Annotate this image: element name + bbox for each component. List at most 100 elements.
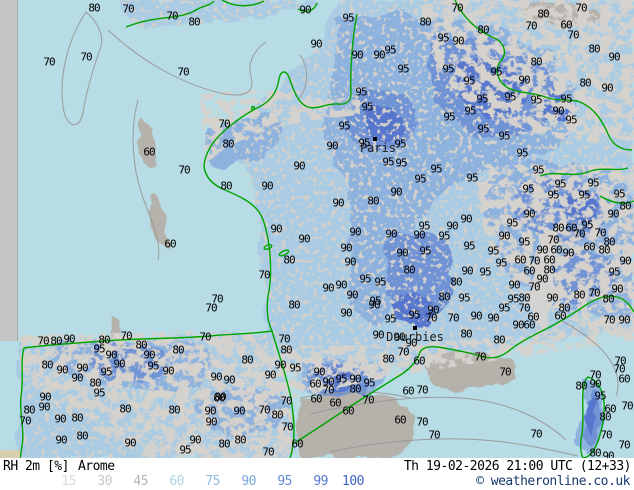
rh-value-label: 95: [443, 112, 454, 123]
rh-value-label: 95: [613, 189, 624, 200]
rh-value-label: 90: [562, 248, 573, 259]
rh-value-label: 70: [499, 367, 510, 378]
rh-forecast-map: 8070708090958070807060709090909570959080…: [0, 0, 634, 458]
rh-value-label: 95: [532, 165, 543, 176]
rh-value-label: 70: [621, 401, 632, 412]
rh-value-label: 90: [205, 417, 216, 428]
rh-value-label: 90: [340, 308, 351, 319]
map-footer: RH 2m [%]Arome Th 19-02-2026 21:00 UTC (…: [0, 458, 634, 490]
rh-value-label: 90: [223, 375, 234, 386]
rh-value-label: 70: [281, 422, 292, 433]
rh-value-label: 90: [270, 224, 281, 235]
rh-value-label: 70: [567, 30, 578, 41]
rh-value-label: 95: [490, 67, 501, 78]
rh-value-label: 60: [523, 320, 534, 331]
rh-value-label: 95: [466, 173, 477, 184]
rh-value-label: 60: [554, 311, 565, 322]
rh-value-label: 95: [374, 277, 385, 288]
rh-value-label: 95: [438, 231, 449, 242]
rh-value-label: 80: [241, 355, 252, 366]
rh-value-label: 60: [618, 374, 629, 385]
rh-value-label: 80: [218, 439, 229, 450]
rh-value-label: 60: [329, 398, 340, 409]
rh-value-label: 90: [326, 141, 337, 152]
rh-value-label: 70: [19, 416, 30, 427]
rh-value-label: 80: [283, 255, 294, 266]
footer-title-row: RH 2m [%]Arome Th 19-02-2026 21:00 UTC (…: [0, 459, 634, 474]
rh-value-label: 95: [560, 94, 571, 105]
rh-value-label: 80: [579, 78, 590, 89]
rh-value-label: 90: [372, 330, 383, 341]
rh-value-label: 90: [322, 283, 333, 294]
rh-value-label: 80: [50, 336, 61, 347]
rh-value-label: 80: [589, 448, 600, 459]
rh-value-label: 80: [599, 412, 610, 423]
rh-value-label: 70: [575, 3, 586, 14]
rh-value-label: 90: [261, 181, 272, 192]
rh-value-label: 95: [516, 148, 527, 159]
forecast-datetime: Th 19-02-2026 21:00 UTC (12+33): [404, 459, 634, 474]
rh-value-label: 70: [474, 352, 485, 363]
rh-value-label: 90: [332, 198, 343, 209]
rh-value-label: 95: [495, 258, 506, 269]
rh-value-label: 70: [618, 440, 629, 451]
rh-value-label: 90: [518, 75, 529, 86]
rh-value-label: 95: [382, 157, 393, 168]
rh-value-label: 80: [619, 201, 630, 212]
rh-value-label: 90: [487, 313, 498, 324]
rh-value-label: 70: [80, 52, 91, 63]
rh-value-label: 80: [438, 292, 449, 303]
rh-value-label: 95: [587, 178, 598, 189]
rh-value-label: 70: [177, 67, 188, 78]
rh-value-label: 95: [464, 106, 475, 117]
rh-value-label: 60: [523, 266, 534, 277]
rh-value-label: 70: [573, 229, 584, 240]
rh-value-label: 70: [447, 313, 458, 324]
rh-value-label: 95: [359, 274, 370, 285]
rh-value-label: 80: [460, 329, 471, 340]
rh-value-label: 60: [291, 439, 302, 450]
rh-value-label: 70: [428, 430, 439, 441]
rh-value-label: 95: [578, 190, 589, 201]
rh-value-label: 70: [425, 313, 436, 324]
rh-value-label: 95: [338, 121, 349, 132]
rh-value-label: 95: [408, 310, 419, 321]
rh-value-label: 70: [397, 347, 408, 358]
rh-value-label: 70: [178, 165, 189, 176]
rh-value-label: 80: [220, 181, 231, 192]
rh-value-label: 80: [288, 300, 299, 311]
rh-value-label: 80: [450, 277, 461, 288]
rh-value-label: 90: [210, 372, 221, 383]
rh-value-label: 80: [41, 360, 52, 371]
rh-value-label: 70: [362, 395, 373, 406]
rh-value-label: 70: [43, 57, 54, 68]
rh-value-label: 80: [419, 17, 430, 28]
rh-value-label: 70: [600, 430, 611, 441]
rh-value-label: 95: [506, 218, 517, 229]
rh-value-label: 90: [589, 379, 600, 390]
rh-value-label: 70: [120, 331, 131, 342]
rh-value-label: 95: [361, 102, 372, 113]
rh-value-label: 80: [602, 294, 613, 305]
rh-value-label: 70: [258, 270, 269, 281]
rh-value-label: 80: [172, 345, 183, 356]
rh-value-label: 95: [608, 267, 619, 278]
product-name: RH 2m [%]: [3, 459, 69, 474]
rh-value-label: 80: [493, 335, 504, 346]
rh-value-label: 80: [367, 196, 378, 207]
rh-value-label: 70: [258, 405, 269, 416]
rh-value-label: 90: [512, 320, 523, 331]
rh-value-label: 60: [164, 239, 175, 250]
rh-value-label: 90: [498, 231, 509, 242]
rh-value-label: 90: [607, 209, 618, 220]
rh-value-label: 60: [143, 147, 154, 158]
legend-scale: 1530456075909599100: [40, 474, 364, 489]
rh-value-label: 90: [523, 209, 534, 220]
rh-value-label: 80: [530, 57, 541, 68]
rh-value-label: 90: [396, 248, 407, 259]
rh-value-label: 80: [88, 3, 99, 14]
rh-value-label: 80: [598, 245, 609, 256]
rh-value-label: 95: [430, 164, 441, 175]
rh-value-label: 95: [547, 190, 558, 201]
rh-value-label: 95: [498, 131, 509, 142]
